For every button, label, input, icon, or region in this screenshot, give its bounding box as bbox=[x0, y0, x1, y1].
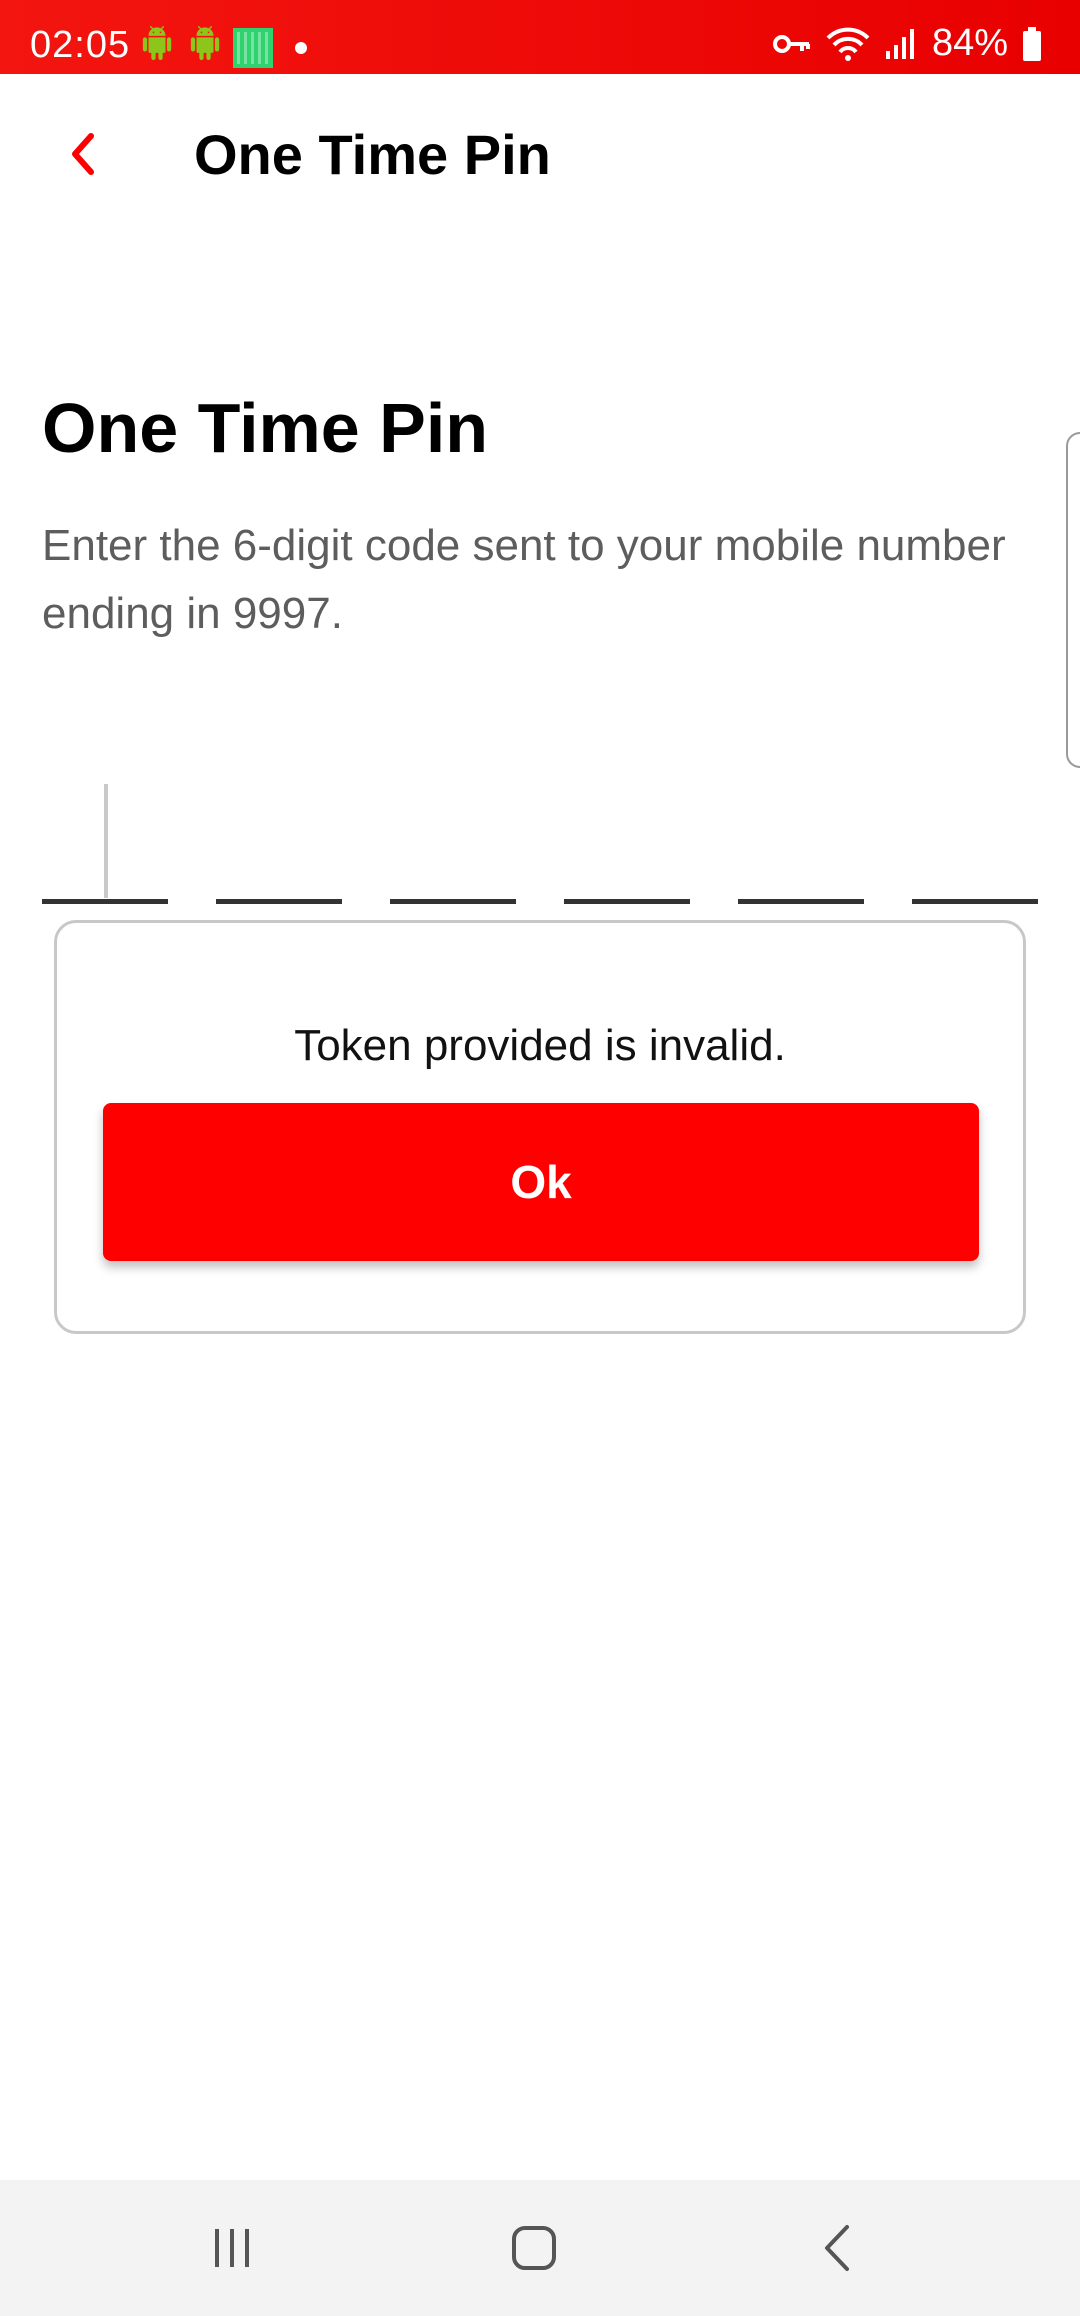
page-title: One Time Pin bbox=[42, 389, 489, 467]
app-notification-icon bbox=[233, 28, 273, 68]
home-button[interactable] bbox=[444, 2180, 624, 2316]
vpn-key-icon bbox=[772, 34, 810, 53]
dialog-message: Token provided is invalid. bbox=[294, 1021, 786, 1070]
back-button[interactable] bbox=[52, 124, 112, 184]
otp-digit-6[interactable] bbox=[912, 780, 1038, 904]
otp-digit-2[interactable] bbox=[216, 780, 342, 904]
wifi-icon bbox=[826, 27, 870, 61]
android-icon bbox=[142, 26, 172, 60]
text-caret bbox=[104, 784, 108, 898]
header-title: One Time Pin bbox=[194, 123, 551, 186]
battery-percent: 84% bbox=[931, 22, 1008, 64]
dot-icon bbox=[295, 42, 307, 54]
android-icon bbox=[190, 26, 220, 60]
otp-digit-5[interactable] bbox=[738, 780, 864, 904]
error-dialog: Token provided is invalid. Ok bbox=[54, 920, 1026, 1334]
recent-apps-icon bbox=[215, 2229, 249, 2267]
chevron-left-icon bbox=[72, 133, 94, 175]
battery-icon bbox=[1023, 26, 1041, 61]
signal-icon bbox=[885, 28, 914, 59]
otp-input[interactable] bbox=[42, 780, 1038, 910]
home-icon bbox=[512, 2226, 556, 2270]
status-bar: 02:05 84% bbox=[0, 0, 1080, 74]
otp-digit-4[interactable] bbox=[564, 780, 690, 904]
navigation-bar bbox=[0, 2180, 1080, 2316]
recent-apps-button[interactable] bbox=[142, 2180, 322, 2316]
ok-button[interactable]: Ok bbox=[103, 1103, 979, 1261]
system-back-button[interactable] bbox=[748, 2180, 928, 2316]
back-icon bbox=[825, 2225, 849, 2271]
side-tab[interactable] bbox=[1066, 432, 1080, 768]
status-time: 02:05 bbox=[30, 24, 131, 66]
otp-digit-3[interactable] bbox=[390, 780, 516, 904]
instructions-text: Enter the 6-digit code sent to your mobi… bbox=[42, 521, 1006, 638]
app-header: One Time Pin bbox=[0, 74, 1080, 234]
